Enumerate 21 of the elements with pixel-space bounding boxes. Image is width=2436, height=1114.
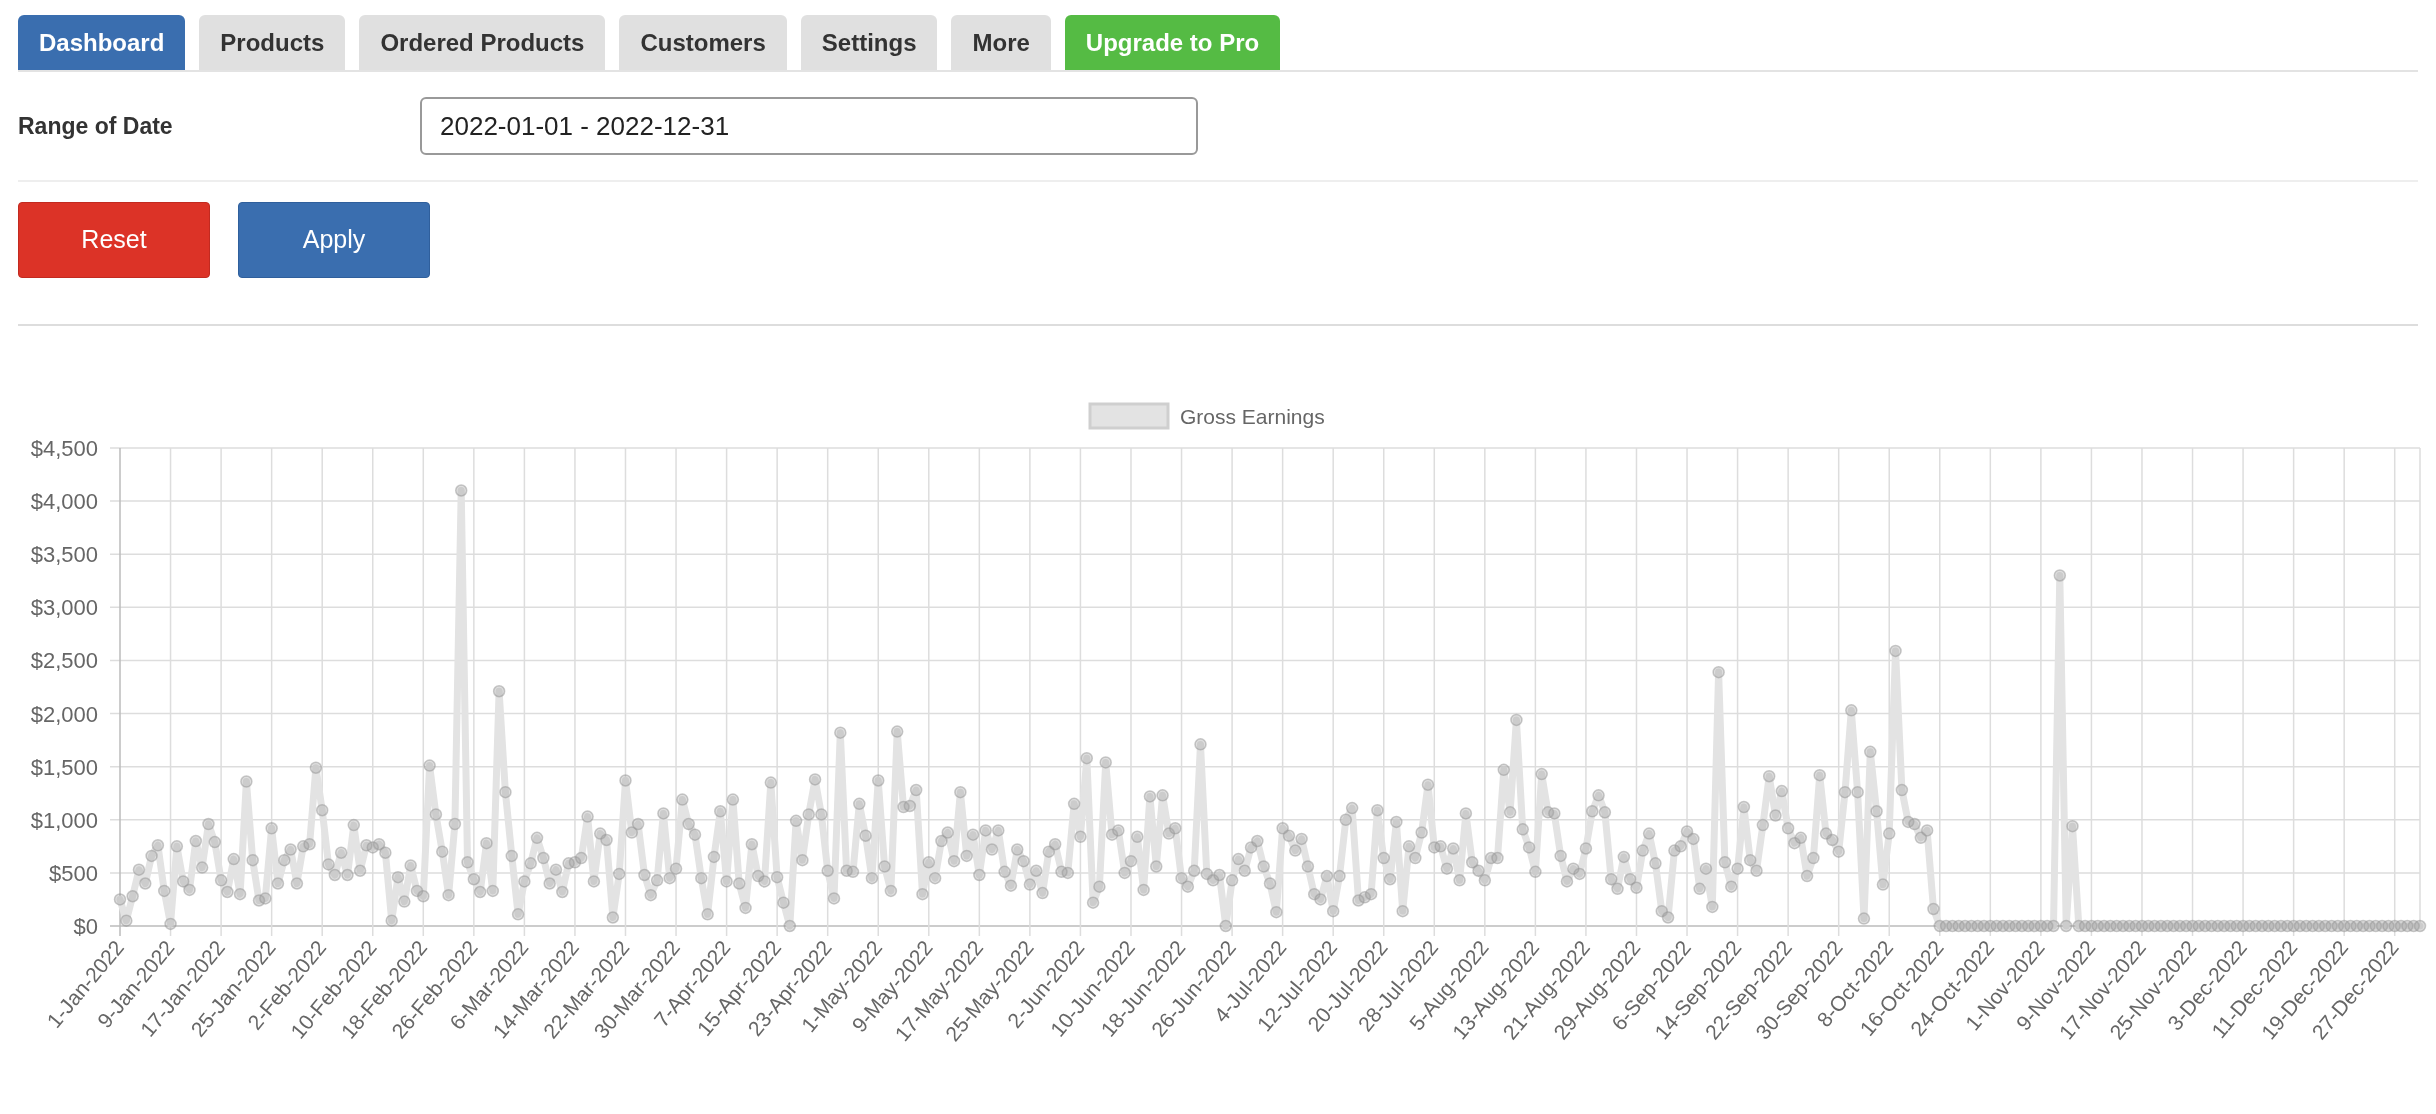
y-axis-label: $0 <box>73 914 98 939</box>
y-axis-label: $1,500 <box>30 754 98 780</box>
action-button[interactable]: Apply <box>238 202 430 278</box>
y-axis-label: $3,500 <box>30 542 98 568</box>
y-axis-label: $1,000 <box>30 807 98 833</box>
field-label: Range of Date <box>18 111 174 141</box>
y-axis-label: $2,000 <box>30 701 98 727</box>
nav-tab[interactable]: Ordered Products <box>359 15 606 70</box>
nav-tab[interactable]: Products <box>199 15 346 70</box>
legend-label: Gross Earnings <box>1180 405 1325 428</box>
nav-tab[interactable]: Customers <box>619 15 787 70</box>
y-axis-label: $3,000 <box>30 595 98 621</box>
y-axis-label: $2,500 <box>30 648 98 674</box>
y-axis-label: $4,500 <box>30 436 98 461</box>
action-button[interactable]: Reset <box>18 202 210 278</box>
y-axis-label: $4,000 <box>30 489 98 515</box>
nav-tab[interactable]: More <box>951 15 1051 70</box>
date-range-field[interactable]: 2022-01-01 - 2022-12-31 <box>420 97 1198 155</box>
y-axis-label: $500 <box>49 860 98 886</box>
nav-tab[interactable]: Dashboard <box>18 15 186 70</box>
nav-tab[interactable]: Settings <box>800 15 938 70</box>
